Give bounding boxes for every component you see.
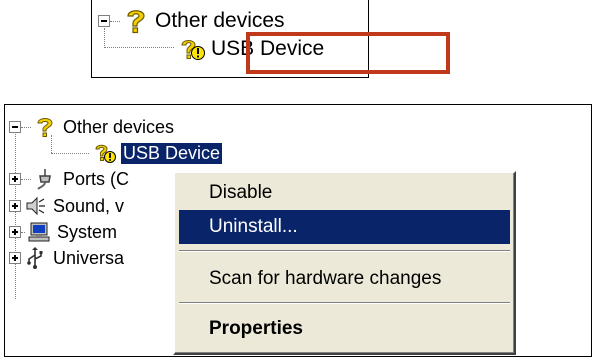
menu-item-label: Scan for hardware changes [209, 268, 442, 289]
highlight-box [246, 32, 450, 74]
tree-item-usb-device[interactable]: USB Device [91, 141, 223, 165]
tree-item-universal[interactable]: Universa [9, 246, 126, 270]
expand-icon[interactable] [9, 173, 21, 185]
menu-item-scan-hardware[interactable]: Scan for hardware changes [179, 262, 510, 296]
tree-item-label: Other devices [155, 9, 285, 32]
tree-connector-line [21, 231, 25, 233]
context-menu: Disable Uninstall... Scan for hardware c… [173, 171, 516, 355]
warning-device-icon [95, 144, 116, 163]
menu-item-disable[interactable]: Disable [179, 176, 510, 210]
tree-item-label: Other devices [63, 116, 175, 137]
tree-item-label: USB Device [121, 142, 223, 164]
tree-connector-line [21, 126, 31, 128]
collapse-icon[interactable] [98, 15, 110, 27]
menu-separator [179, 250, 510, 252]
menu-item-label: Uninstall... [209, 216, 298, 237]
menu-item-label: Disable [209, 182, 273, 203]
question-mark-icon [127, 10, 145, 34]
tree-item-system[interactable]: System [9, 220, 119, 244]
tree-item-label: Universa [53, 247, 125, 268]
menu-item-uninstall[interactable]: Uninstall... [179, 210, 510, 244]
zoomed-tree-excerpt: Other devices USB Device [91, 0, 450, 78]
tree-item-sound[interactable]: Sound, v [9, 194, 126, 218]
menu-item-properties[interactable]: Properties [179, 312, 510, 346]
computer-icon [28, 222, 50, 242]
usb-icon [27, 247, 43, 269]
tree-connector-line [51, 153, 89, 154]
menu-item-label: Properties [209, 318, 303, 339]
expand-icon[interactable] [9, 226, 21, 238]
speaker-icon [26, 196, 45, 216]
tree-connector-line [104, 47, 174, 48]
expand-icon[interactable] [9, 200, 21, 212]
tree-item-label: Sound, v [53, 195, 125, 216]
tree-item-label: System [57, 221, 118, 242]
tree-connector-line [21, 178, 31, 180]
menu-separator [179, 302, 510, 304]
expand-icon[interactable] [9, 252, 21, 264]
warning-device-icon [181, 40, 205, 60]
tree-connector-line [110, 20, 120, 22]
collapse-icon[interactable] [9, 121, 21, 133]
device-tree: Other devices USB Device Ports (C Sound,… [4, 104, 592, 357]
tree-item-other-devices[interactable]: Other devices [9, 115, 176, 139]
port-icon [37, 169, 51, 190]
question-mark-icon [37, 118, 53, 137]
tree-item-ports[interactable]: Ports (C [9, 167, 131, 191]
tree-item-label: Ports (C [63, 168, 130, 189]
